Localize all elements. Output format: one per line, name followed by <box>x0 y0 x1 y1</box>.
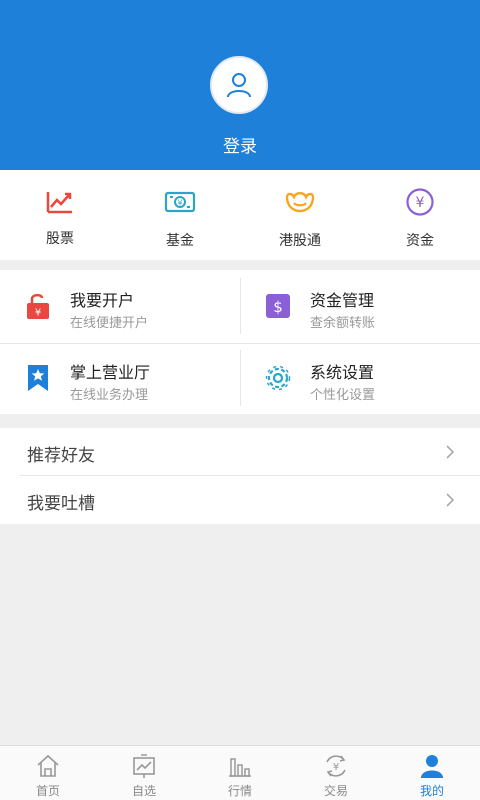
service-title: 我要开户 <box>70 291 135 310</box>
profile-header: 登录 <box>0 0 480 170</box>
bottom-tab-bar: 首页 自选 行情 ¥ 交易 我的 <box>0 745 480 800</box>
quick-link-label: 资金 <box>406 233 434 249</box>
stock-chart-icon <box>46 192 72 214</box>
quick-link-label: 港股通 <box>279 233 321 249</box>
svg-text:¥: ¥ <box>416 195 425 211</box>
login-link[interactable]: 登录 <box>0 132 480 157</box>
tab-label: 首页 <box>35 784 60 798</box>
fund-cash-icon: ¥ <box>164 191 196 213</box>
divider <box>240 278 241 334</box>
service-title: 资金管理 <box>310 291 375 310</box>
chevron-right-icon <box>446 445 455 459</box>
service-subtitle: 在线便捷开户 <box>70 316 149 331</box>
tab-label: 行情 <box>227 784 252 798</box>
svg-text:$: $ <box>273 298 283 316</box>
services-grid: ¥ 我要开户 在线便捷开户 $ 资金管理 查余额转账 掌上营业厅 在线业务办理 <box>0 270 480 414</box>
menu-item-recommend-friends[interactable]: 推荐好友 <box>0 428 480 476</box>
menu-item-feedback[interactable]: 我要吐槽 <box>0 476 480 524</box>
watchlist-icon <box>133 754 155 778</box>
svg-text:¥: ¥ <box>177 199 182 208</box>
menu-item-label: 我要吐槽 <box>27 494 95 514</box>
quick-link-stock[interactable]: 股票 <box>0 170 120 260</box>
divider <box>20 475 480 476</box>
service-system-settings[interactable]: 系统设置 个性化设置 <box>240 342 480 414</box>
yuan-circle-icon: ¥ <box>406 188 434 216</box>
hk-connect-icon <box>285 192 315 213</box>
tab-market[interactable]: 行情 <box>192 746 288 800</box>
star-bookmark-icon <box>28 365 48 391</box>
quick-link-label: 股票 <box>46 231 74 247</box>
tab-watchlist[interactable]: 自选 <box>96 746 192 800</box>
tab-label: 交易 <box>323 784 348 798</box>
svg-text:¥: ¥ <box>35 308 41 319</box>
quick-link-funds[interactable]: ¥ 资金 <box>360 170 480 260</box>
service-mobile-hall[interactable]: 掌上营业厅 在线业务办理 <box>0 342 240 414</box>
quick-links: 股票 ¥ 基金 港股通 ¥ 资金 <box>0 170 480 260</box>
avatar[interactable] <box>210 56 268 114</box>
menu-list: 推荐好友 我要吐槽 <box>0 428 480 524</box>
tab-trade[interactable]: ¥ 交易 <box>288 746 384 800</box>
user-icon <box>421 755 443 778</box>
unlock-icon: ¥ <box>27 293 49 319</box>
service-open-account[interactable]: ¥ 我要开户 在线便捷开户 <box>0 270 240 342</box>
dollar-icon: $ <box>266 294 290 318</box>
market-bars-icon <box>229 758 251 777</box>
trade-yuan-icon: ¥ <box>326 755 346 777</box>
menu-item-label: 推荐好友 <box>27 446 95 466</box>
quick-link-hk-connect[interactable]: 港股通 <box>240 170 360 260</box>
user-outline-icon <box>227 73 251 98</box>
gear-icon <box>265 365 291 391</box>
tab-home[interactable]: 首页 <box>0 746 96 800</box>
svg-text:¥: ¥ <box>333 762 339 773</box>
tab-mine[interactable]: 我的 <box>384 746 480 800</box>
divider <box>0 343 480 344</box>
service-subtitle: 在线业务办理 <box>70 388 149 403</box>
quick-link-label: 基金 <box>166 233 194 249</box>
divider <box>240 350 241 406</box>
tab-label: 自选 <box>131 784 156 798</box>
service-title: 掌上营业厅 <box>70 363 151 382</box>
service-subtitle: 个性化设置 <box>310 388 376 403</box>
quick-link-fund[interactable]: ¥ 基金 <box>120 170 240 260</box>
chevron-right-icon <box>446 493 455 507</box>
home-icon <box>37 754 59 777</box>
service-title: 系统设置 <box>310 363 375 382</box>
service-fund-management[interactable]: $ 资金管理 查余额转账 <box>240 270 480 342</box>
service-subtitle: 查余额转账 <box>310 316 376 331</box>
tab-label: 我的 <box>419 784 444 798</box>
